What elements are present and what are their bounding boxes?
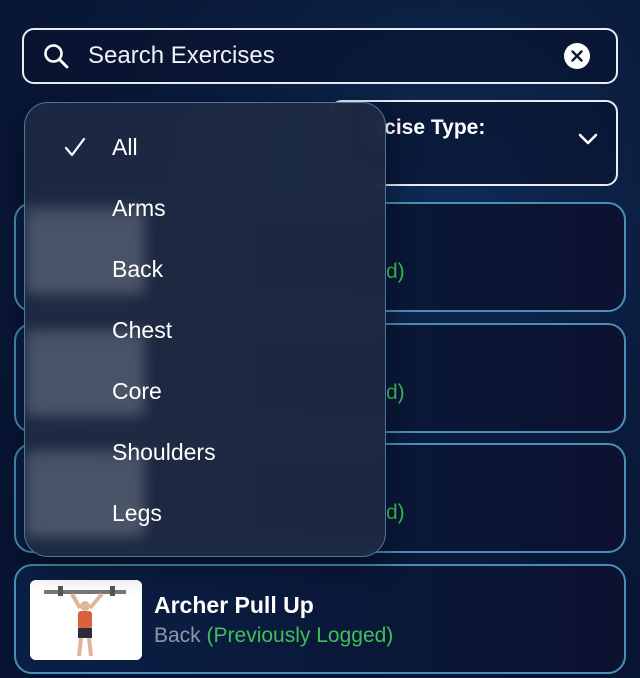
menu-item-label: Core <box>112 377 162 404</box>
menu-item-arms[interactable]: Arms <box>25 184 385 232</box>
search-input[interactable] <box>88 42 564 70</box>
menu-item-label: Chest <box>112 316 173 343</box>
exercise-subtitle: Back (Previously Logged) <box>154 624 393 648</box>
clear-icon[interactable] <box>564 43 590 69</box>
menu-item-label: Legs <box>112 499 162 526</box>
card-status-fragment: d) <box>386 501 405 524</box>
search-bar[interactable] <box>22 28 618 84</box>
pull-up-figure-icon <box>30 580 142 660</box>
menu-item-label: Back <box>112 255 164 282</box>
exercise-thumbnail <box>30 580 142 660</box>
exercise-category: Back <box>154 624 201 647</box>
exercise-title: Archer Pull Up <box>154 592 314 618</box>
menu-item-back[interactable]: Back <box>25 245 385 293</box>
menu-item-label: Arms <box>112 194 166 221</box>
exercise-card-archer-pull-up[interactable]: Archer Pull Up Back (Previously Logged) <box>14 564 626 674</box>
card-status-fragment: d) <box>386 260 405 283</box>
menu-item-legs[interactable]: Legs <box>25 489 385 537</box>
logged-status: (Previously Logged) <box>206 624 394 647</box>
card-status-fragment: d) <box>386 381 405 404</box>
menu-item-label: Shoulders <box>112 438 216 465</box>
exercise-type-menu: All Arms Back Chest Core Shoulders Legs <box>24 102 386 557</box>
chevron-down-icon[interactable] <box>578 132 598 150</box>
menu-item-label: All <box>112 133 138 160</box>
menu-item-all[interactable]: All <box>25 123 385 171</box>
exercise-type-label: rcise Type: <box>376 116 486 139</box>
search-icon <box>24 43 88 69</box>
menu-item-chest[interactable]: Chest <box>25 306 385 354</box>
menu-item-shoulders[interactable]: Shoulders <box>25 428 385 476</box>
checkmark-icon <box>63 135 87 165</box>
menu-item-core[interactable]: Core <box>25 367 385 415</box>
